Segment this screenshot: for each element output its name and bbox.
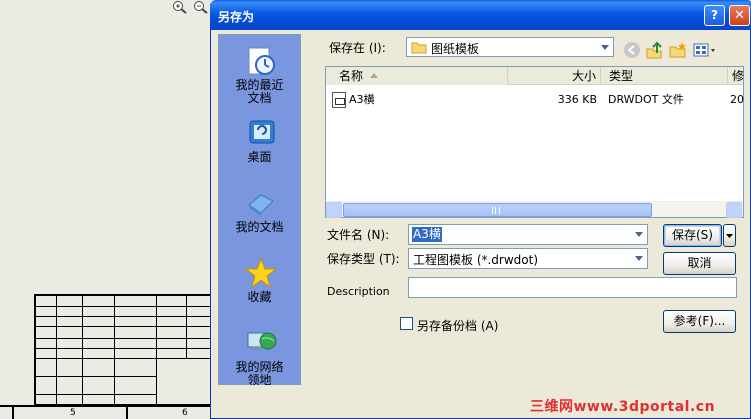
folder-icon [411,42,427,54]
scrollbar-thumb[interactable] [343,203,652,217]
drawing-template-file-icon [332,92,346,108]
cancel-button[interactable]: 取消 [663,252,736,275]
title-block-table [34,294,214,406]
place-network[interactable]: 我的网络 领地 [219,323,300,391]
place-recent-documents[interactable]: 我的最近 文档 [219,41,300,109]
file-name-value: A3横 [412,227,442,242]
save-in-dropdown[interactable]: 图纸模板 [406,37,614,57]
horizontal-scrollbar[interactable] [326,201,743,218]
place-my-documents[interactable]: 我的文档 [219,183,300,251]
dialog-title: 另存为 [218,10,255,24]
up-folder-icon[interactable] [645,41,663,59]
zoom-in-icon[interactable] [172,0,188,14]
chevron-down-icon [726,234,733,238]
column-type[interactable]: 类型 [601,67,728,85]
my-documents-icon [248,194,274,216]
place-label: 桌面 [247,150,272,164]
file-row[interactable]: A3横 336 KB DRWDOT 文件 20 [326,91,744,109]
sort-ascending-icon [370,73,378,78]
file-list[interactable]: 名称 大小 类型 修 A3横 336 KB DRWDOT 文件 20 [325,66,744,218]
new-folder-icon[interactable] [669,41,687,59]
place-label: 我的最近 文档 [235,78,284,105]
ruler-number: 6 [182,408,188,418]
network-places-icon [247,332,277,350]
scroll-left-button[interactable] [326,202,342,218]
backup-checkbox[interactable] [400,317,413,330]
chevron-down-icon [596,38,613,56]
save-button[interactable]: 保存(S) [663,224,722,247]
file-type-label: 保存类型 (T): [327,252,400,266]
ruler-number: 5 [70,408,76,418]
file-type-cell: DRWDOT 文件 [608,93,684,106]
file-type-value: 工程图模板 (*.drwdot) [413,253,539,267]
place-label: 我的网络 领地 [235,360,284,387]
column-modified[interactable]: 修 [728,67,744,85]
save-options-button[interactable] [723,224,736,247]
recent-documents-icon [248,47,275,75]
column-size[interactable]: 大小 [508,67,601,85]
save-in-label: 保存在 (I): [329,41,386,55]
backup-label: 另存备份档 (A) [417,319,499,333]
site-watermark: 三维网www.3dportal.cn [530,399,716,415]
view-menu-icon[interactable] [693,41,719,59]
description-input[interactable] [408,277,737,298]
file-name-label: 文件名 (N): [327,228,390,242]
place-label: 收藏 [247,290,272,304]
favorites-star-icon [245,257,277,289]
zoom-out-icon[interactable] [193,0,209,14]
help-button[interactable]: ? [704,5,725,26]
file-list-header: 名称 大小 类型 修 [326,67,744,85]
place-favorites[interactable]: 收藏 [219,253,300,321]
save-in-value: 图纸模板 [431,42,480,56]
close-button[interactable]: ✕ [729,5,750,26]
file-modified-cell: 20 [730,93,744,106]
file-type-dropdown[interactable]: 工程图模板 (*.drwdot) [408,248,648,269]
places-bar: 我的最近 文档 桌面 我的文档 收藏 我的网络 领地 [218,34,301,387]
desktop-icon [249,120,275,144]
scroll-right-button[interactable] [726,202,742,218]
file-name-cell: A3横 [349,93,375,106]
save-as-dialog: 另存为 ? ✕ 我的最近 文档 桌面 我的文档 收藏 我的网络 领地 保存在 (… [210,0,751,419]
file-name-input[interactable]: A3横 [408,224,648,245]
description-label: Description [327,285,390,298]
dialog-titlebar[interactable]: 另存为 ? ✕ [210,0,751,30]
chevron-down-icon [630,249,647,267]
place-desktop[interactable]: 桌面 [219,113,300,181]
file-size-cell: 336 KB [557,93,597,106]
place-label: 我的文档 [235,220,284,234]
references-button[interactable]: 参考(F)... [663,310,736,333]
column-name[interactable]: 名称 [326,67,508,85]
chevron-down-icon[interactable] [630,225,647,243]
back-icon[interactable] [623,41,641,59]
